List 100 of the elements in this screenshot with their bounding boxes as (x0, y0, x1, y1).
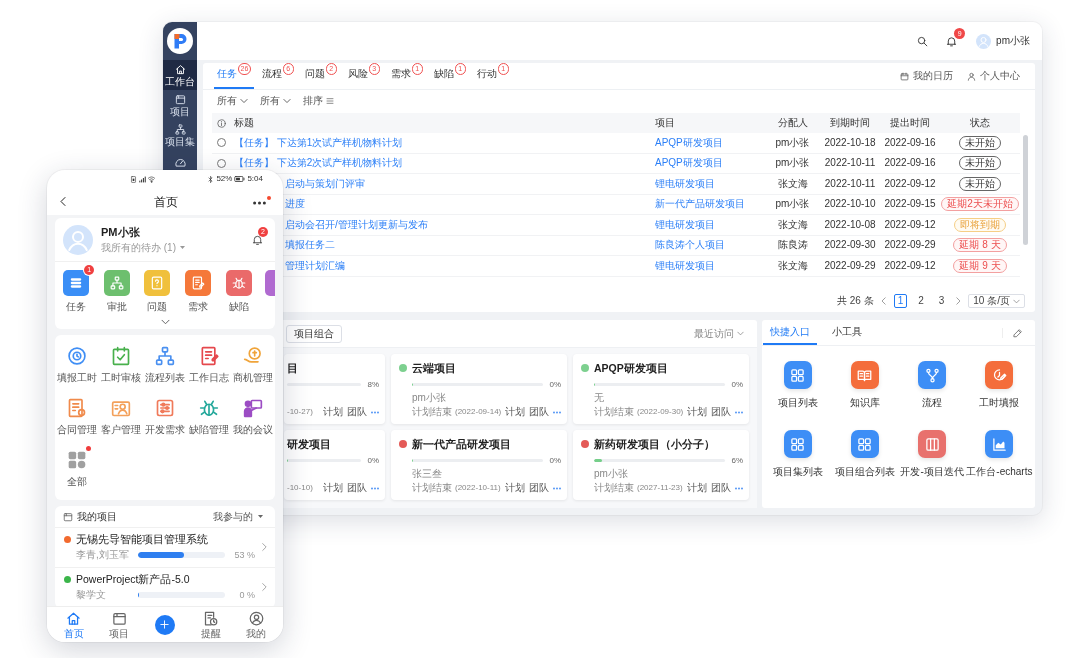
project-title[interactable]: 研发项目 (287, 437, 331, 451)
module-button[interactable]: 问题 (137, 265, 178, 313)
action-link[interactable]: 计划 (505, 482, 525, 494)
task-title-link[interactable]: 启动与策划门评审 (285, 177, 365, 190)
module-button[interactable]: 审批 (96, 265, 138, 313)
action-link[interactable]: 计划 (323, 406, 343, 418)
tab[interactable]: 我的 (233, 610, 279, 639)
action-link[interactable]: 计划 (323, 482, 343, 494)
shortcut-button[interactable]: 全部 (55, 450, 99, 488)
tab[interactable]: 快捷入口 (763, 326, 817, 345)
shortcut-button[interactable]: 开发-项目迭代 (898, 430, 966, 478)
project-link[interactable]: 新一代产品研发项目 (655, 198, 745, 211)
shortcut-button[interactable]: 客户管理 (99, 398, 143, 436)
shortcut-button[interactable]: 流程 (898, 361, 966, 409)
shortcut-button[interactable]: 开发需求 (143, 398, 187, 436)
shortcut-button[interactable]: 缺陷管理 (187, 398, 231, 436)
project-title[interactable]: APQP研发项目 (594, 361, 668, 375)
task-title-link[interactable]: 【任务】 下达第1次试产样机物料计划 (234, 136, 403, 149)
plan-end-label: 计划结束 (412, 406, 452, 418)
shortcut-button[interactable]: 工时填报 (965, 361, 1033, 409)
task-title-link[interactable]: 填报任务二 (285, 239, 335, 252)
more-icon[interactable] (253, 200, 266, 205)
sidebar-item[interactable]: 工作台 (163, 60, 197, 90)
project-title[interactable]: 新药研发项目（小分子） (594, 437, 715, 451)
sidebar-item[interactable]: 项目集 (163, 120, 197, 150)
table-cell: 2022-09-12 (884, 259, 936, 271)
sidebar-item[interactable]: 项目 (163, 90, 197, 120)
chevron-left-icon[interactable] (880, 297, 887, 305)
filter-dropdown[interactable]: 所有 (260, 94, 291, 107)
chevron-right-icon[interactable] (261, 582, 267, 592)
back-icon[interactable] (60, 196, 67, 207)
module-button[interactable]: 缺陷 (218, 265, 259, 313)
bell-icon[interactable] (946, 35, 958, 47)
page-size-select[interactable]: 10 条/页 (968, 294, 1025, 308)
bell-icon[interactable] (252, 233, 263, 246)
shortcut-button[interactable]: 流程列表 (143, 346, 187, 384)
project-link[interactable]: 陈良涛个人项目 (655, 239, 725, 252)
project-link[interactable]: 锂电研发项目 (655, 259, 715, 272)
project-name[interactable]: PowerProject新产品-5.0 (76, 573, 190, 585)
shortcut-button[interactable]: 填报工时 (55, 346, 99, 384)
page-button[interactable]: 1 (893, 294, 908, 308)
add-button[interactable] (155, 614, 175, 635)
task-title-link[interactable]: 管理计划汇编 (285, 259, 345, 272)
tab[interactable]: 项目 (96, 610, 143, 639)
shortcut-button[interactable]: 工作日志 (187, 346, 231, 384)
search-icon[interactable] (917, 35, 929, 47)
filter-dropdown[interactable]: 我参与的 (213, 510, 263, 523)
task-title-link[interactable]: 启动会召开/管理计划更新与发布 (285, 218, 428, 231)
shortcut-button[interactable]: 项目列表 (764, 361, 832, 409)
project-title[interactable]: 云端项目 (412, 361, 456, 375)
project-title[interactable]: 目 (287, 361, 298, 375)
sort-dropdown[interactable]: 最近访问 (694, 327, 744, 340)
project-link[interactable]: APQP研发项目 (655, 136, 723, 149)
action-link[interactable]: 计划 (687, 406, 707, 418)
tile-icon[interactable] (264, 270, 275, 296)
tab[interactable]: 项目组合 (286, 324, 342, 343)
sort-icon (326, 96, 334, 105)
calendar-link[interactable]: 我的日历 (900, 70, 953, 82)
progress-percent: 0 % (238, 589, 255, 601)
project-link[interactable]: 锂电研发项目 (655, 218, 715, 231)
shortcut-button[interactable]: 工作台-echarts (965, 430, 1033, 478)
sort-button[interactable]: 排序 (303, 94, 334, 107)
action-link[interactable]: 团队 (711, 482, 731, 494)
project-title[interactable]: 新一代产品研发项目 (412, 437, 511, 451)
task-title-link[interactable]: 【任务】 下达第2次试产样机物料计划 (234, 157, 403, 170)
radio-button[interactable] (217, 138, 226, 148)
action-link[interactable]: 团队 (529, 482, 549, 494)
action-link[interactable]: 团队 (347, 482, 367, 494)
shortcut-button[interactable]: 项目集列表 (764, 430, 832, 478)
tab[interactable]: 首页 (51, 610, 97, 639)
page-button[interactable]: 3 (934, 294, 949, 308)
shortcut-button[interactable]: 合同管理 (55, 398, 99, 436)
project-link[interactable]: APQP研发项目 (655, 157, 723, 170)
profile-link[interactable]: 个人中心 (967, 70, 1020, 82)
action-link[interactable]: 团队 (347, 406, 367, 418)
action-link[interactable]: 计划 (687, 482, 707, 494)
page-button[interactable]: 2 (914, 294, 928, 308)
module-button[interactable]: 需求 (177, 265, 219, 313)
shortcut-button[interactable]: 我的会议 (231, 398, 275, 436)
filter-dropdown[interactable]: 所有 (217, 94, 248, 107)
action-link[interactable]: 团队 (529, 406, 549, 418)
user-name[interactable]: pm小张 (996, 35, 1030, 47)
chevron-right-icon[interactable] (955, 297, 962, 305)
tab[interactable]: 小工具 (825, 326, 869, 345)
radio-button[interactable] (217, 158, 226, 168)
shortcut-button[interactable]: 商机管理 (231, 346, 275, 384)
project-name[interactable]: 无锡先导智能项目管理系统 (76, 533, 208, 545)
expand-icon[interactable] (160, 319, 170, 325)
action-link[interactable]: 团队 (711, 406, 731, 418)
member-names: 李青,刘玉军 (76, 549, 129, 560)
chevron-right-icon[interactable] (261, 542, 267, 552)
edit-icon[interactable] (1013, 327, 1023, 338)
shortcut-button[interactable]: 工时审核 (99, 346, 143, 384)
shortcut-button[interactable]: 知识库 (831, 361, 899, 409)
action-link[interactable]: 计划 (505, 406, 525, 418)
shortcut-button[interactable]: 项目组合列表 (831, 430, 899, 478)
scrollbar-thumb[interactable] (1023, 135, 1028, 245)
task-title-link[interactable]: 进度 (285, 198, 305, 211)
tab[interactable]: 提醒 (187, 610, 234, 639)
project-link[interactable]: 锂电研发项目 (655, 177, 715, 190)
